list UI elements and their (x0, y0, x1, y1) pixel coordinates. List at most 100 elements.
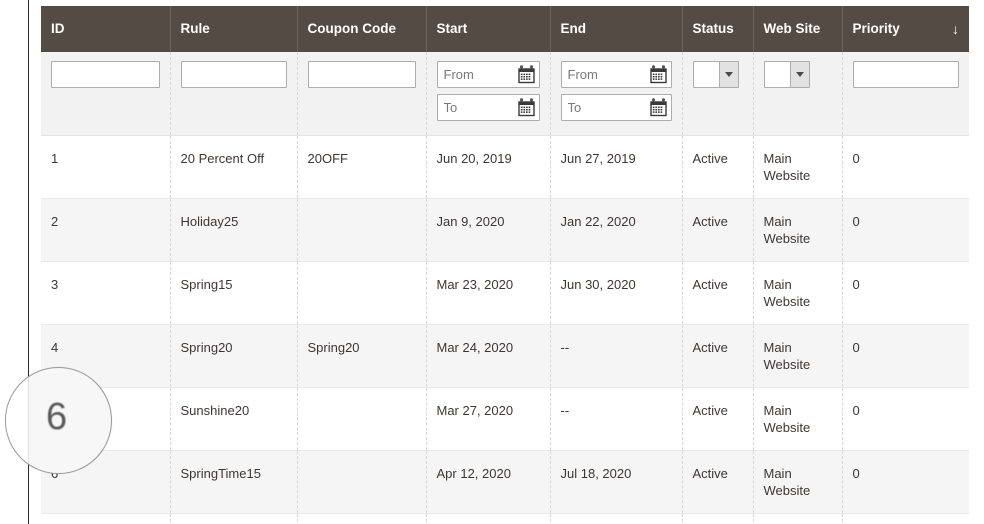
cell-rule: SpringTime15 (170, 451, 297, 514)
chevron-down-icon[interactable] (719, 62, 738, 87)
cell-start: Mar 24, 2020 (426, 325, 550, 388)
cell-end: -- (550, 325, 682, 388)
magnifier-magnified-value: 6 (46, 396, 67, 439)
cell-id: 3 (41, 262, 170, 325)
filter-select-web-site-value (765, 62, 792, 87)
cell-rule: 20 Percent Off (170, 136, 297, 199)
calendar-icon[interactable] (517, 65, 536, 84)
cell-status: Active (682, 199, 753, 262)
cell-status: Active (682, 388, 753, 451)
filter-cell-priority (842, 52, 969, 136)
table-header: ID Rule Coupon Code (41, 6, 969, 52)
column-header-id[interactable]: ID (41, 6, 170, 52)
column-header-coupon-code[interactable]: Coupon Code (297, 6, 426, 52)
cell-web-site: Main Website (753, 199, 842, 262)
cell-status: Active (682, 325, 753, 388)
filter-row (41, 52, 969, 136)
cell-status: Active (682, 262, 753, 325)
cell-start: Mar 27, 2020 (426, 388, 550, 451)
magnifier-lens-overlay: 6 (5, 367, 112, 474)
column-header-status[interactable]: Status (682, 6, 753, 52)
filter-input-id[interactable] (51, 61, 160, 88)
cell-rule: Sunshine20 (170, 388, 297, 451)
cell-priority: 0 (842, 514, 969, 524)
magnifier-lens-left-margin (6, 368, 28, 474)
cell-end: Jul 18, 2020 (550, 451, 682, 514)
header-row: ID Rule Coupon Code (41, 6, 969, 52)
filter-cell-web-site (753, 52, 842, 136)
filter-input-rule[interactable] (181, 61, 287, 88)
column-header-rule[interactable]: Rule (170, 6, 297, 52)
coupon-rules-grid-page: ID Rule Coupon Code (0, 0, 984, 524)
cell-end: Jan 22, 2020 (550, 199, 682, 262)
filter-start-from-field (437, 61, 540, 88)
cell-rule: Spring20 (170, 325, 297, 388)
filter-start-to-field (437, 94, 540, 121)
column-header-priority-label: Priority (853, 21, 900, 36)
cell-start: Mar 23, 2020 (426, 262, 550, 325)
cell-web-site: Main Website (753, 451, 842, 514)
table-body: 1 20 Percent Off 20OFF Jun 20, 2019 Jun … (41, 52, 969, 524)
column-header-rule-label: Rule (181, 21, 210, 36)
filter-input-priority[interactable] (853, 61, 960, 88)
cell-coupon-code: Spring20 (297, 325, 426, 388)
column-header-end-label: End (561, 21, 587, 36)
column-header-id-label: ID (51, 21, 65, 36)
filter-select-status[interactable] (693, 61, 739, 88)
cell-status: Active (682, 514, 753, 524)
calendar-icon[interactable] (517, 98, 536, 117)
cell-priority: 0 (842, 199, 969, 262)
cell-web-site: Main Website (753, 136, 842, 199)
cell-id: 7 (41, 514, 170, 524)
cell-coupon-code: 20OFF (297, 136, 426, 199)
cell-id: 1 (41, 136, 170, 199)
filter-cell-coupon-code (297, 52, 426, 136)
filter-cell-rule (170, 52, 297, 136)
rules-table: ID Rule Coupon Code (41, 6, 969, 524)
cell-coupon-code (297, 451, 426, 514)
cell-priority: 0 (842, 451, 969, 514)
cell-priority: 0 (842, 136, 969, 199)
table-row[interactable]: 3 Spring15 Mar 23, 2020 Jun 30, 2020 Act… (41, 262, 969, 325)
cell-web-site: Main Website (753, 262, 842, 325)
chevron-down-icon[interactable] (790, 62, 809, 87)
column-header-web-site[interactable]: Web Site (753, 6, 842, 52)
cell-end: -- (550, 388, 682, 451)
cell-priority: 0 (842, 262, 969, 325)
filter-input-coupon-code[interactable] (308, 61, 416, 88)
cell-web-site: Main Website (753, 325, 842, 388)
table-row[interactable]: 7 10% off forever Apr 3, 2020 -- Active … (41, 514, 969, 524)
table-row[interactable]: 5 Sunshine20 Mar 27, 2020 -- Active Main… (41, 388, 969, 451)
magnifier-lens-column-rule (28, 368, 29, 474)
calendar-icon[interactable] (649, 98, 668, 117)
calendar-icon[interactable] (649, 65, 668, 84)
cell-start: Apr 12, 2020 (426, 451, 550, 514)
table-row[interactable]: 1 20 Percent Off 20OFF Jun 20, 2019 Jun … (41, 136, 969, 199)
table-row[interactable]: 6 SpringTime15 Apr 12, 2020 Jul 18, 2020… (41, 451, 969, 514)
cell-status: Active (682, 136, 753, 199)
cell-rule: Holiday25 (170, 199, 297, 262)
table-row[interactable]: 4 Spring20 Spring20 Mar 24, 2020 -- Acti… (41, 325, 969, 388)
cell-coupon-code (297, 514, 426, 524)
column-header-coupon-code-label: Coupon Code (308, 21, 396, 36)
cell-coupon-code (297, 388, 426, 451)
cell-id: 2 (41, 199, 170, 262)
cell-status: Active (682, 451, 753, 514)
column-header-start-label: Start (437, 21, 468, 36)
filter-select-web-site[interactable] (764, 61, 810, 88)
cell-end: -- (550, 514, 682, 524)
sort-descending-icon: ↓ (946, 21, 959, 37)
cell-end: Jun 27, 2019 (550, 136, 682, 199)
cell-start: Apr 3, 2020 (426, 514, 550, 524)
filter-end-from-field (561, 61, 672, 88)
column-header-start[interactable]: Start (426, 6, 550, 52)
cell-rule: Spring15 (170, 262, 297, 325)
cell-rule: 10% off forever (170, 514, 297, 524)
column-header-end[interactable]: End (550, 6, 682, 52)
column-header-priority[interactable]: Priority ↓ (842, 6, 969, 52)
cell-web-site: Main Website (753, 514, 842, 524)
table-row[interactable]: 2 Holiday25 Jan 9, 2020 Jan 22, 2020 Act… (41, 199, 969, 262)
filter-end-to-field (561, 94, 672, 121)
cell-priority: 0 (842, 388, 969, 451)
cell-priority: 0 (842, 325, 969, 388)
